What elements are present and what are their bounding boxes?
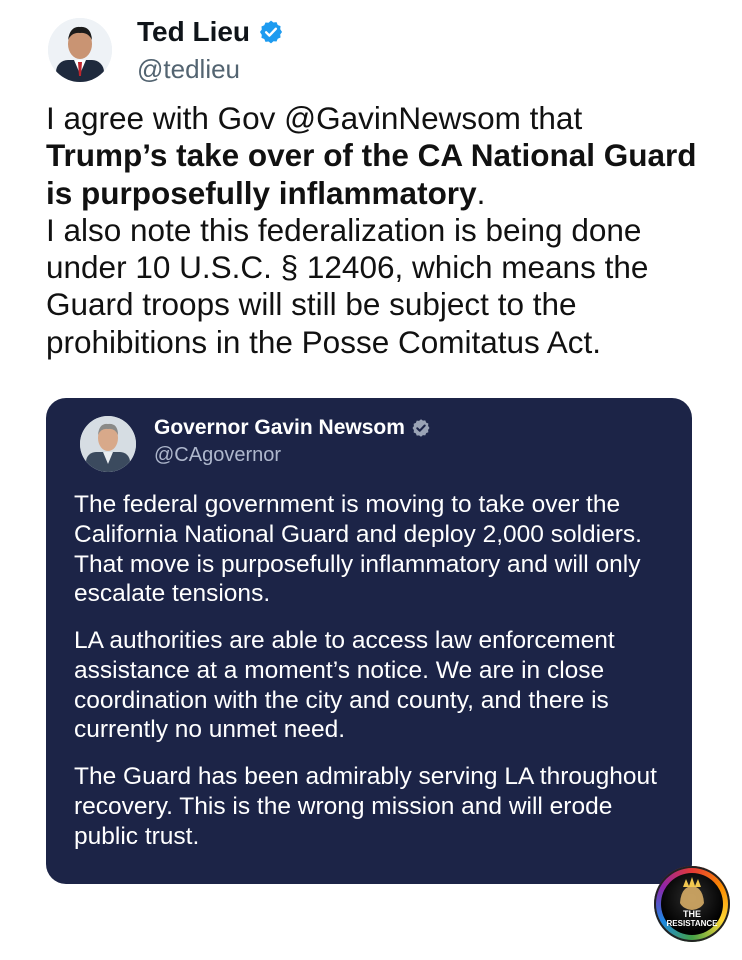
- tweet-text-intro: I agree with Gov @GavinNewsom that: [46, 100, 583, 136]
- tweet-text-bold-end: .: [476, 174, 486, 211]
- quoted-author-name[interactable]: Governor Gavin Newsom: [154, 416, 431, 440]
- quoted-paragraph: The Guard has been admirably serving LA …: [74, 763, 657, 850]
- tweet-text: I agree with Gov @GavinNewsom that Trump’…: [46, 100, 726, 361]
- logo-inner: THE RESISTANCE: [661, 873, 723, 935]
- author-name-text: Ted Lieu: [137, 16, 251, 47]
- quoted-paragraph: The federal government is moving to take…: [74, 491, 642, 608]
- quoted-tweet-card[interactable]: Governor Gavin Newsom @CAgovernor The fe…: [46, 398, 692, 884]
- tweet-text-bold: Trump’s take over of the CA National Gua…: [46, 137, 697, 211]
- quoted-author-name-text: Governor Gavin Newsom: [154, 416, 405, 439]
- quoted-paragraph: LA authorities are able to access law en…: [74, 627, 615, 744]
- verified-badge-icon: [259, 20, 283, 44]
- author-handle[interactable]: @tedlieu: [137, 54, 240, 85]
- logo-text-line2: RESISTANCE: [666, 919, 718, 928]
- tweet-text-rest: I also note this federalization is being…: [46, 211, 649, 360]
- author-name[interactable]: Ted Lieu: [137, 16, 284, 48]
- the-resistance-logo-icon: THE RESISTANCE: [654, 866, 730, 942]
- verified-badge-icon: [412, 419, 430, 437]
- quoted-author-avatar[interactable]: [80, 416, 136, 472]
- quoted-author-handle[interactable]: @CAgovernor: [154, 444, 281, 467]
- author-avatar[interactable]: [48, 18, 112, 82]
- logo-text-line1: THE: [683, 909, 701, 919]
